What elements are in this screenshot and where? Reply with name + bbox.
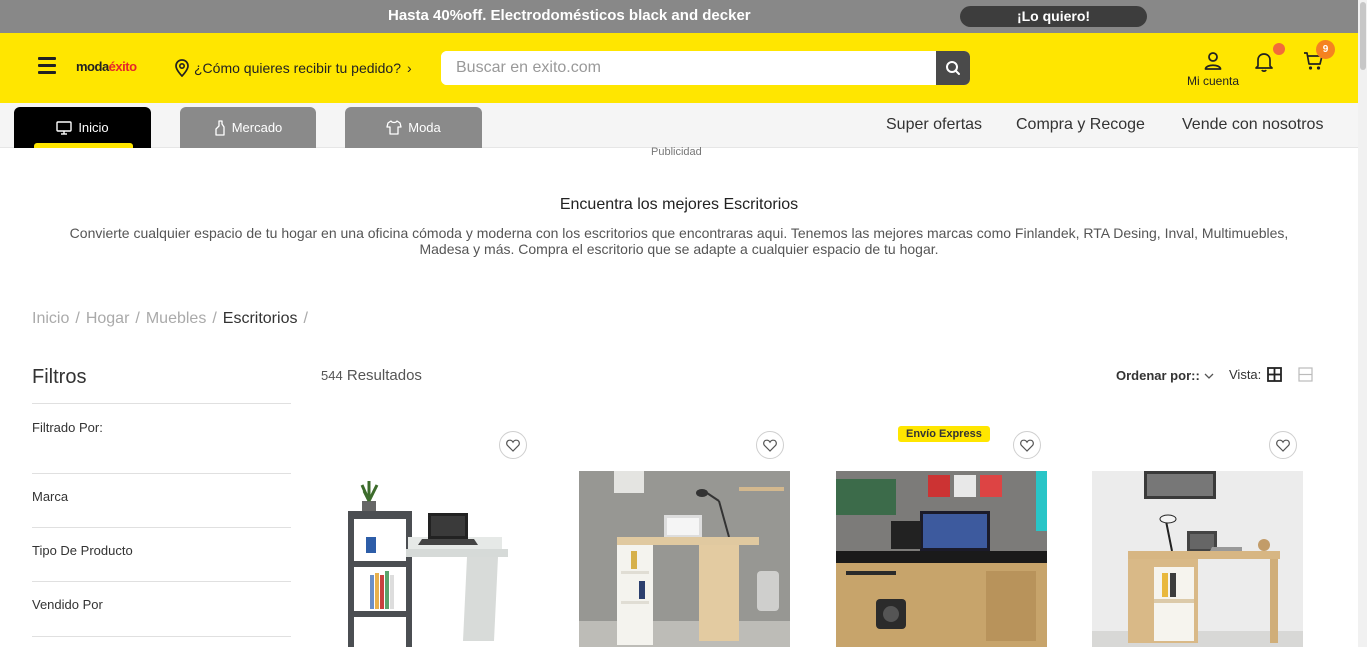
account-label: Mi cuenta (1186, 74, 1240, 88)
divider (32, 473, 291, 474)
heart-icon (1276, 439, 1290, 452)
search-input[interactable] (441, 51, 936, 85)
product-image[interactable] (1092, 471, 1303, 647)
breadcrumb-separator: / (75, 310, 80, 327)
cart-count-badge: 9 (1316, 40, 1335, 59)
sort-label: Ordenar por:: (1116, 368, 1200, 383)
tab-label: Mercado (231, 120, 283, 135)
promo-text: Hasta 40%off. Electrodomésticos black an… (388, 7, 751, 24)
breadcrumb-separator: / (212, 310, 217, 327)
shirt-icon (386, 120, 402, 135)
breadcrumb-item-muebles[interactable]: Muebles (146, 310, 206, 328)
heart-icon (763, 439, 777, 452)
view-toggle: Vista: (1229, 367, 1313, 382)
product-image[interactable] (579, 471, 790, 647)
ad-label: Publicidad (651, 146, 702, 158)
search-button[interactable] (936, 51, 970, 85)
product-card[interactable]: Envío Express (836, 420, 1047, 647)
list-view-icon[interactable] (1298, 367, 1313, 382)
delivery-selector[interactable]: ¿Cómo quieres recibir tu pedido? › (174, 59, 412, 77)
product-card[interactable] (322, 420, 533, 647)
delivery-text: ¿Cómo quieres recibir tu pedido? (194, 60, 401, 76)
results-number: 544 (321, 368, 343, 383)
express-badge: Envío Express (898, 426, 990, 442)
favorite-button[interactable] (1013, 431, 1041, 459)
notification-dot (1273, 43, 1285, 55)
monitor-icon (56, 120, 73, 135)
results-label: Resultados (346, 367, 422, 384)
notifications-button[interactable] (1254, 51, 1274, 78)
view-label: Vista: (1229, 367, 1262, 382)
product-image[interactable] (322, 471, 533, 647)
tab-inicio[interactable]: Inicio (14, 107, 151, 148)
search-icon (946, 61, 960, 75)
page-scrollbar[interactable] (1358, 0, 1367, 647)
user-icon (1204, 52, 1222, 70)
active-tab-indicator (34, 143, 133, 148)
heart-icon (506, 439, 520, 452)
divider (32, 636, 291, 637)
tab-label: Moda (408, 120, 441, 135)
divider (32, 581, 291, 582)
sort-dropdown[interactable]: Ordenar por:: (1116, 368, 1214, 383)
breadcrumb-item-inicio[interactable]: Inicio (32, 310, 69, 328)
logo[interactable]: modaéxito (76, 59, 137, 74)
breadcrumb-separator: / (303, 310, 308, 327)
product-card[interactable] (579, 420, 790, 647)
logo-text: moda (76, 59, 109, 74)
product-card[interactable] (1092, 420, 1303, 647)
results-count: 544 Resultados (321, 367, 422, 384)
tab-moda[interactable]: Moda (345, 107, 482, 148)
breadcrumb-separator: / (135, 310, 140, 327)
grid-view-icon[interactable] (1267, 367, 1283, 382)
chevron-down-icon (1204, 373, 1214, 379)
filters-title: Filtros (32, 366, 87, 388)
promo-bar: Hasta 40%off. Electrodomésticos black an… (0, 0, 1358, 33)
favorite-button[interactable] (1269, 431, 1297, 459)
nav-link-vende-con-nosotros[interactable]: Vende con nosotros (1182, 116, 1323, 134)
location-pin-icon (175, 59, 189, 77)
logo-brand-text: éxito (108, 59, 137, 74)
divider (32, 527, 291, 528)
filter-vendido-por[interactable]: Vendido Por (32, 597, 103, 612)
account-button[interactable]: Mi cuenta (1183, 51, 1243, 88)
menu-icon[interactable] (38, 57, 56, 75)
breadcrumb-item-hogar[interactable]: Hogar (86, 310, 130, 328)
breadcrumb: Inicio / Hogar / Muebles / Escritorios / (32, 310, 308, 328)
chevron-right-icon: › (407, 60, 412, 76)
divider (32, 403, 291, 404)
page-description: Convierte cualquier espacio de tu hogar … (69, 225, 1289, 257)
filtered-by-label: Filtrado Por: (32, 420, 103, 435)
nav-link-compra-y-recoge[interactable]: Compra y Recoge (1016, 116, 1145, 134)
bottle-icon (215, 119, 225, 136)
favorite-button[interactable] (499, 431, 527, 459)
main-header: modaéxito ¿Cómo quieres recibir tu pedid… (0, 33, 1358, 103)
promo-cta-button[interactable]: ¡Lo quiero! (960, 6, 1147, 27)
nav-link-super-ofertas[interactable]: Super ofertas (886, 116, 982, 134)
scrollbar-thumb[interactable] (1360, 2, 1366, 70)
heart-icon (1020, 439, 1034, 452)
category-nav: Inicio Mercado Moda Super ofertas Compra… (0, 103, 1358, 148)
tab-mercado[interactable]: Mercado (180, 107, 316, 148)
breadcrumb-current: Escritorios (222, 310, 298, 327)
favorite-button[interactable] (756, 431, 784, 459)
filter-tipo-de-producto[interactable]: Tipo De Producto (32, 543, 133, 558)
filter-marca[interactable]: Marca (32, 489, 68, 504)
product-image[interactable] (836, 471, 1047, 647)
page-title: Encuentra los mejores Escritorios (559, 196, 799, 213)
search-bar (441, 51, 970, 85)
bell-icon (1255, 53, 1273, 72)
tab-label: Inicio (78, 120, 109, 135)
